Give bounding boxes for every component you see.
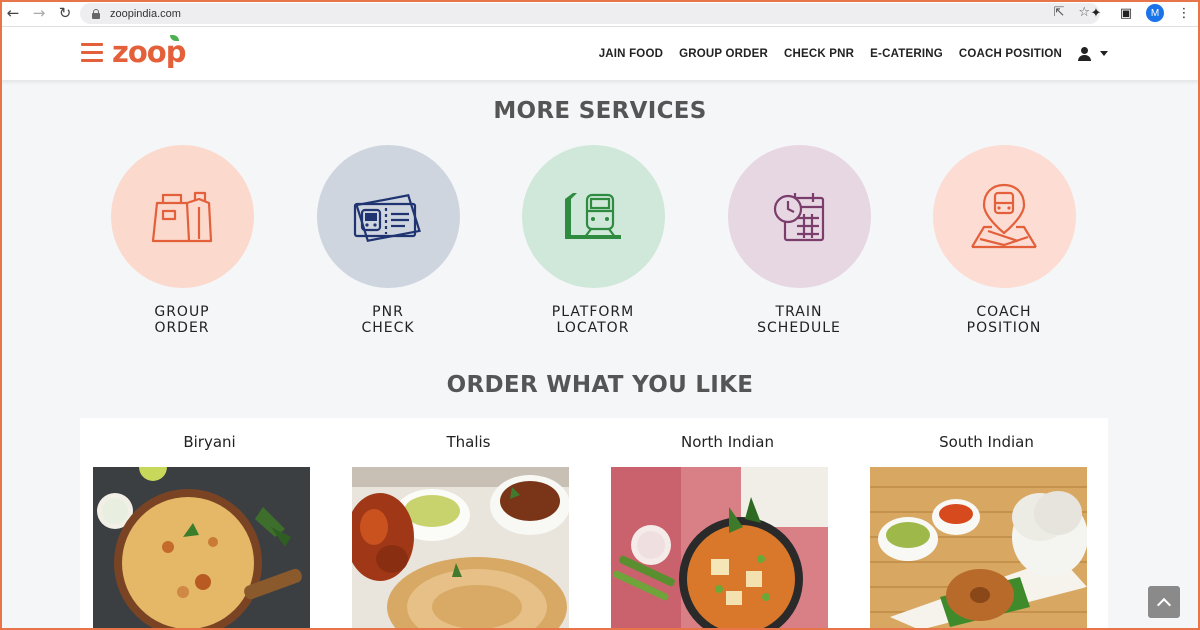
- food-card-biryani[interactable]: Biryani: [80, 418, 339, 630]
- service-label-line2: SCHEDULE: [757, 320, 841, 336]
- top-nav: JAIN FOOD GROUP ORDER CHECK PNR E-CATERI…: [599, 27, 1108, 80]
- service-label-line1: PLATFORM: [551, 304, 635, 320]
- lock-icon: [90, 8, 102, 20]
- chevron-down-icon[interactable]: [1100, 51, 1108, 56]
- service-label-line2: LOCATOR: [556, 320, 630, 336]
- url-text: zoopindia.com: [110, 7, 181, 20]
- food-card-title: South Indian: [939, 433, 1034, 451]
- nav-group-order[interactable]: GROUP ORDER: [679, 48, 768, 60]
- service-pnr-check[interactable]: PNR CHECK: [303, 145, 473, 336]
- ticket-icon: [353, 193, 421, 242]
- service-circle[interactable]: [521, 145, 665, 288]
- more-services-title: MORE SERVICES: [493, 98, 707, 124]
- service-label-line1: PNR: [372, 304, 404, 320]
- thalis-image[interactable]: [352, 467, 569, 630]
- service-circle[interactable]: [932, 145, 1076, 288]
- biryani-image[interactable]: [93, 467, 310, 630]
- service-label-line1: TRAIN: [775, 304, 823, 320]
- profile-avatar[interactable]: M: [1146, 4, 1164, 22]
- user-account-icon[interactable]: [1078, 46, 1092, 61]
- service-label-line2: CHECK: [361, 320, 415, 336]
- service-label-line1: COACH: [976, 304, 1032, 320]
- service-label-line2: POSITION: [966, 320, 1042, 336]
- service-circle[interactable]: [727, 145, 871, 288]
- share-icon[interactable]: ⇱: [1053, 5, 1064, 20]
- train-platform-icon: [565, 192, 621, 239]
- calendar-clock-icon: [773, 192, 825, 241]
- services-row: GROUP ORDER PNR CHECK PLATFORM LOCATOR T…: [0, 145, 1200, 345]
- nav-jain-food[interactable]: JAIN FOOD: [599, 48, 663, 60]
- service-circle[interactable]: [110, 145, 254, 288]
- map-pin-bus-icon: [971, 183, 1037, 248]
- forward-arrow-icon[interactable]: →: [26, 0, 52, 26]
- food-card-north-indian[interactable]: North Indian: [598, 418, 857, 630]
- browser-toolbar: ← → ↻ zoopindia.com ⇱ ☆ ✦ ▣ M ⋮: [0, 0, 1200, 27]
- reload-icon[interactable]: ↻: [52, 0, 78, 26]
- site-header: zoop JAIN FOOD GROUP ORDER CHECK PNR E-C…: [0, 27, 1200, 80]
- hamburger-menu-icon[interactable]: [81, 43, 103, 63]
- service-platform-locator[interactable]: PLATFORM LOCATOR: [508, 145, 678, 336]
- service-label-line1: GROUP: [154, 304, 210, 320]
- address-bar[interactable]: zoopindia.com ⇱ ☆: [80, 3, 1100, 24]
- bag-icon: [151, 191, 213, 242]
- north-indian-image[interactable]: [611, 467, 828, 630]
- order-what-you-like-title: ORDER WHAT YOU LIKE: [446, 372, 754, 398]
- food-card-title: Biryani: [183, 433, 236, 451]
- service-coach-position[interactable]: COACH POSITION: [919, 145, 1089, 336]
- food-card-south-indian[interactable]: South Indian: [857, 418, 1116, 630]
- extensions-icon[interactable]: ✦: [1086, 3, 1106, 23]
- nav-coach-position[interactable]: COACH POSITION: [959, 48, 1062, 60]
- back-arrow-icon[interactable]: ←: [0, 0, 26, 26]
- scroll-to-top-button[interactable]: [1148, 586, 1180, 618]
- food-card-thalis[interactable]: Thalis: [339, 418, 598, 630]
- chevron-up-icon: [1156, 597, 1172, 612]
- more-menu-icon[interactable]: ⋮: [1174, 3, 1194, 23]
- nav-check-pnr[interactable]: CHECK PNR: [784, 48, 854, 60]
- service-group-order[interactable]: GROUP ORDER: [97, 145, 267, 336]
- food-card-title: North Indian: [680, 433, 775, 451]
- service-train-schedule[interactable]: TRAIN SCHEDULE: [714, 145, 884, 336]
- service-circle[interactable]: [316, 145, 460, 288]
- nav-e-catering[interactable]: E-CATERING: [870, 48, 943, 60]
- south-indian-image[interactable]: [870, 467, 1087, 630]
- food-categories-panel: Biryani Thalis North Indian South Indian: [80, 418, 1108, 630]
- food-card-title: Thalis: [446, 433, 491, 451]
- side-panel-icon[interactable]: ▣: [1116, 3, 1136, 23]
- service-label-line2: ORDER: [154, 320, 210, 336]
